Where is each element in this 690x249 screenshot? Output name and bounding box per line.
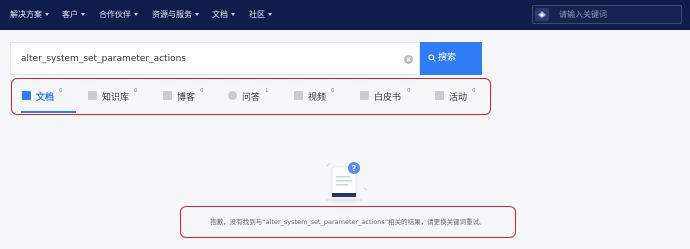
no-results-illustration: ? <box>322 160 370 204</box>
nav-item-solutions[interactable]: 解决方案 <box>10 0 49 30</box>
search-button[interactable]: 搜索 <box>420 42 482 75</box>
nav-item-docs[interactable]: 文档 <box>212 0 235 30</box>
top-nav-bar: 解决方案 客户 合作伙伴 资源与服务 文档 社区 <box>0 0 690 30</box>
nav-item-customers[interactable]: 客户 <box>62 0 85 30</box>
nav-item-community[interactable]: 社区 <box>249 0 272 30</box>
clear-icon[interactable] <box>404 55 413 64</box>
highlight-frame-message <box>180 206 516 238</box>
chevron-down-icon <box>231 13 235 16</box>
search-icon <box>428 54 436 62</box>
nav-search-box[interactable] <box>532 5 682 24</box>
nav-item-partners[interactable]: 合作伙伴 <box>99 0 138 30</box>
chevron-down-icon <box>268 13 272 16</box>
search-input[interactable] <box>21 51 391 67</box>
highlight-frame-tabs <box>11 78 491 115</box>
nav-search-input[interactable] <box>559 8 677 21</box>
chevron-down-icon <box>134 13 138 16</box>
chevron-down-icon <box>45 13 49 16</box>
chevron-down-icon <box>81 13 85 16</box>
nav-item-resources-services[interactable]: 资源与服务 <box>152 0 199 30</box>
search-box <box>10 42 420 75</box>
brand-logo-icon <box>535 8 549 21</box>
chevron-down-icon <box>195 13 199 16</box>
svg-text:?: ? <box>352 164 357 173</box>
